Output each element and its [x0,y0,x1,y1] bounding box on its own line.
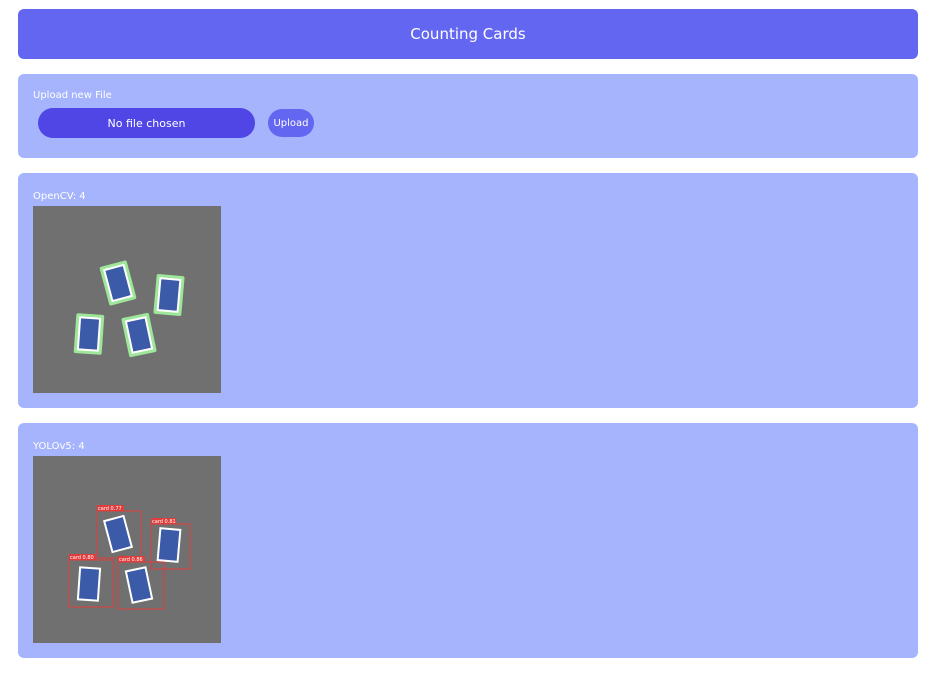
yolo-result-panel: YOLOv5: 4 card 0.77 card 0.81 card 0.80 … [18,423,918,658]
upload-button-label: Upload [273,117,309,129]
page-header: Counting Cards [18,9,918,59]
opencv-card-3 [73,313,105,355]
yolo-detection-4-label: card 0.86 [119,557,143,563]
upload-label: Upload new File [33,90,112,101]
opencv-card-2 [153,274,185,316]
yolo-detection-2-label: card 0.81 [152,519,176,525]
file-chooser-text: No file chosen [107,116,186,130]
yolo-result-image: card 0.77 card 0.81 card 0.80 card 0.86 [33,456,221,643]
yolo-detection-3-label: card 0.80 [70,555,94,561]
opencv-count-label: OpenCV: 4 [33,191,86,202]
opencv-result-panel: OpenCV: 4 [18,173,918,408]
yolo-count-label: YOLOv5: 4 [33,441,85,452]
upload-panel: Upload new File No file chosen Upload [18,74,918,158]
page-title: Counting Cards [410,25,526,43]
file-chooser-input[interactable]: No file chosen [38,108,255,138]
upload-button[interactable]: Upload [268,109,314,137]
yolo-detection-1-label: card 0.77 [98,506,122,512]
opencv-result-image [33,206,221,393]
